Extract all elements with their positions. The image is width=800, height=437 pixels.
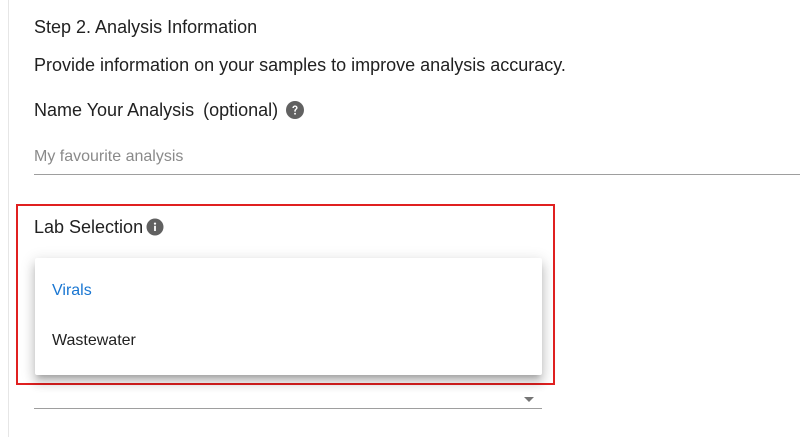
lab-selection-dropdown-menu: Virals Wastewater (35, 258, 542, 375)
step-title: Step 2. Analysis Information (34, 17, 258, 37)
help-circle-icon[interactable] (286, 101, 305, 119)
arrow-drop-down-icon[interactable] (524, 390, 534, 402)
analysis-name-label-text: Name Your Analysis (34, 100, 195, 120)
lab-selection-label: Lab Selection (34, 215, 164, 239)
analysis-name-label: Name Your Analysis (optional) (34, 98, 305, 122)
optional-text: (optional) (203, 100, 279, 120)
lab-select-underline[interactable] (34, 408, 542, 409)
info-circle-icon[interactable] (146, 218, 164, 236)
analysis-name-input[interactable] (34, 140, 800, 175)
analysis-form-page: Step 2. Analysis Information Provide inf… (0, 0, 800, 437)
lab-selection-label-text: Lab Selection (34, 217, 144, 237)
step-description: Provide information on your samples to i… (34, 55, 566, 75)
left-divider (8, 0, 9, 437)
lab-option-virals[interactable]: Virals (35, 267, 542, 315)
lab-option-wastewater[interactable]: Wastewater (35, 317, 542, 365)
